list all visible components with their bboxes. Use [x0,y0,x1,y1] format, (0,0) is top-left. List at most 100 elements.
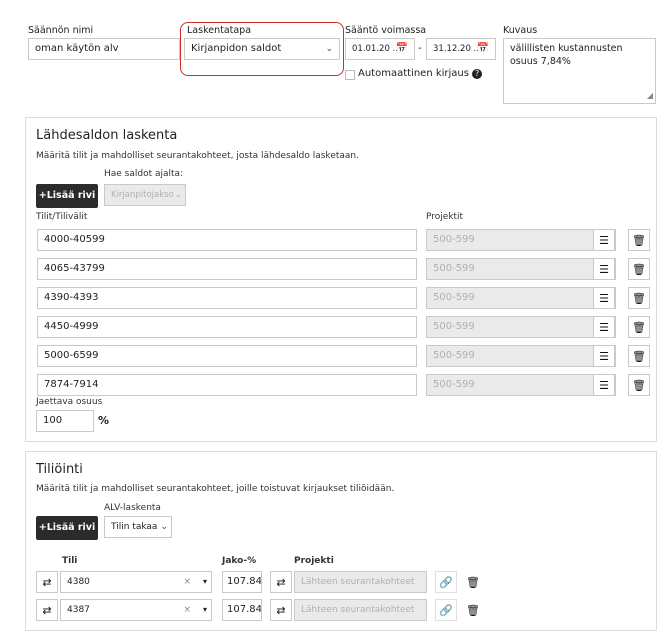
posting-account-value: 4387 [67,605,90,615]
list-icon-glyph: ☰ [599,320,609,334]
valid-from-value: 01.01.20 ... [352,44,401,54]
swap-icon-glyph: ⇄ [42,575,52,589]
posting-account-input[interactable]: 4387 × ▾ [60,599,212,621]
trash-icon[interactable]: 🗑 [628,374,650,396]
auto-posting-checkbox[interactable] [345,70,355,80]
project-input[interactable]: 500-599 [426,287,616,309]
posting-share-input[interactable]: 107.84 [222,599,262,621]
description-value: välillisten kustannusten osuus 7,84% [510,43,623,67]
project-input[interactable]: 500-599 [426,229,616,251]
trash-icon-glyph: 🗑 [632,291,646,305]
posting-title: Tiliöinti [36,462,83,477]
description-textarea[interactable]: välillisten kustannusten osuus 7,84% ◢ [503,38,656,104]
posting-project-input[interactable]: Lähteen seurantakohteet [294,599,427,621]
posting-account-value: 4380 [67,577,90,587]
auto-posting-text: Automaattinen kirjaus [358,68,469,79]
project-input[interactable]: 500-599 [426,374,616,396]
rule-name-label: Säännön nimi [28,25,94,36]
list-icon-glyph: ☰ [599,262,609,276]
posting-account-input[interactable]: 4380 × ▾ [60,571,212,593]
trash-icon-glyph: 🗑 [632,378,646,392]
calendar-icon[interactable]: 📅 [396,39,408,59]
trash-icon-glyph: 🗑 [632,233,646,247]
account-range-input[interactable]: 4065-43799 [37,258,417,280]
list-icon-glyph: ☰ [599,233,609,247]
trash-icon[interactable]: 🗑 [628,287,650,309]
valid-to-input[interactable]: 31.12.20 ... 📅 [426,38,496,60]
list-icon-glyph: ☰ [599,349,609,363]
list-icon[interactable]: ☰ [593,316,615,338]
vat-label: ALV-laskenta [104,503,161,513]
col-account-header: Tili [62,556,78,566]
caret-down-icon[interactable]: ▾ [203,572,207,592]
link-icon-glyph: 🔗 [439,575,453,589]
swap-icon[interactable]: ⇄ [270,571,292,593]
auto-posting-label: Automaattinen kirjaus ? [358,68,483,79]
trash-icon[interactable]: 🗑 [628,229,650,251]
question-circle-icon[interactable]: ? [472,69,483,79]
method-highlight [180,22,344,76]
clear-icon[interactable]: × [183,572,191,592]
account-range-input[interactable]: 4450-4999 [37,316,417,338]
account-range-input[interactable]: 7874-7914 [37,374,417,396]
trash-icon-glyph: 🗑 [466,575,480,589]
list-icon[interactable]: ☰ [593,229,615,251]
posting-add-row-button[interactable]: +Lisää rivi [36,516,98,540]
source-subtitle: Määritä tilit ja mahdolliset seurantakoh… [36,151,359,161]
account-range-input[interactable]: 4390-4393 [37,287,417,309]
calendar-icon[interactable]: 📅 [477,39,489,59]
trash-icon[interactable]: 🗑 [462,599,484,621]
trash-icon[interactable]: 🗑 [628,345,650,367]
list-icon-glyph: ☰ [599,291,609,305]
projects-header: Projektit [426,212,464,222]
vat-select-value: Tilin takaa [111,522,158,532]
swap-icon[interactable]: ⇄ [36,571,58,593]
posting-share-input[interactable]: 107.84 [222,571,262,593]
clear-icon[interactable]: × [183,600,191,620]
link-icon[interactable]: 🔗 [435,599,457,621]
swap-icon-glyph: ⇄ [42,603,52,617]
trash-icon[interactable]: 🗑 [628,316,650,338]
valid-from-input[interactable]: 01.01.20 ... 📅 [345,38,415,60]
share-label: Jaettava osuus [36,397,103,407]
resize-handle-icon[interactable]: ◢ [647,89,653,102]
list-icon[interactable]: ☰ [593,374,615,396]
validity-label: Sääntö voimassa [345,25,427,36]
list-icon-glyph: ☰ [599,378,609,392]
trash-icon[interactable]: 🗑 [462,571,484,593]
project-input[interactable]: 500-599 [426,345,616,367]
percent-unit: % [98,414,110,427]
link-icon[interactable]: 🔗 [435,571,457,593]
trash-icon[interactable]: 🗑 [628,258,650,280]
list-icon[interactable]: ☰ [593,258,615,280]
account-range-input[interactable]: 4000-40599 [37,229,417,251]
accounts-header: Tilit/Tilivälit [36,212,88,222]
share-input[interactable]: 100 [36,410,94,432]
swap-icon[interactable]: ⇄ [270,599,292,621]
list-icon[interactable]: ☰ [593,287,615,309]
trash-icon-glyph: 🗑 [466,603,480,617]
posting-project-input[interactable]: Lähteen seurantakohteet [294,571,427,593]
swap-icon[interactable]: ⇄ [36,599,58,621]
posting-panel: Tiliöinti Määritä tilit ja mahdolliset s… [25,451,657,631]
posting-subtitle: Määritä tilit ja mahdolliset seurantakoh… [36,484,395,494]
trash-icon-glyph: 🗑 [632,262,646,276]
project-input[interactable]: 500-599 [426,258,616,280]
date-separator: - [418,43,422,54]
chevron-down-icon: ⌄ [174,190,182,200]
swap-icon-glyph: ⇄ [276,575,286,589]
list-icon[interactable]: ☰ [593,345,615,367]
project-input[interactable]: 500-599 [426,316,616,338]
account-range-input[interactable]: 5000-6599 [37,345,417,367]
caret-down-icon[interactable]: ▾ [203,600,207,620]
vat-select[interactable]: Tilin takaa ⌄ [104,516,172,538]
period-select[interactable]: Kirjanpitojakso ⌄ [104,184,186,206]
rule-name-input[interactable]: oman käytön alv [28,38,180,60]
source-add-row-button[interactable]: +Lisää rivi [36,184,98,208]
source-balance-panel: Lähdesaldon laskenta Määritä tilit ja ma… [25,117,657,442]
period-select-value: Kirjanpitojakso [111,190,174,200]
source-title: Lähdesaldon laskenta [36,128,178,143]
swap-icon-glyph: ⇄ [276,603,286,617]
description-label: Kuvaus [503,25,538,36]
col-share-header: Jako-% [222,556,257,566]
